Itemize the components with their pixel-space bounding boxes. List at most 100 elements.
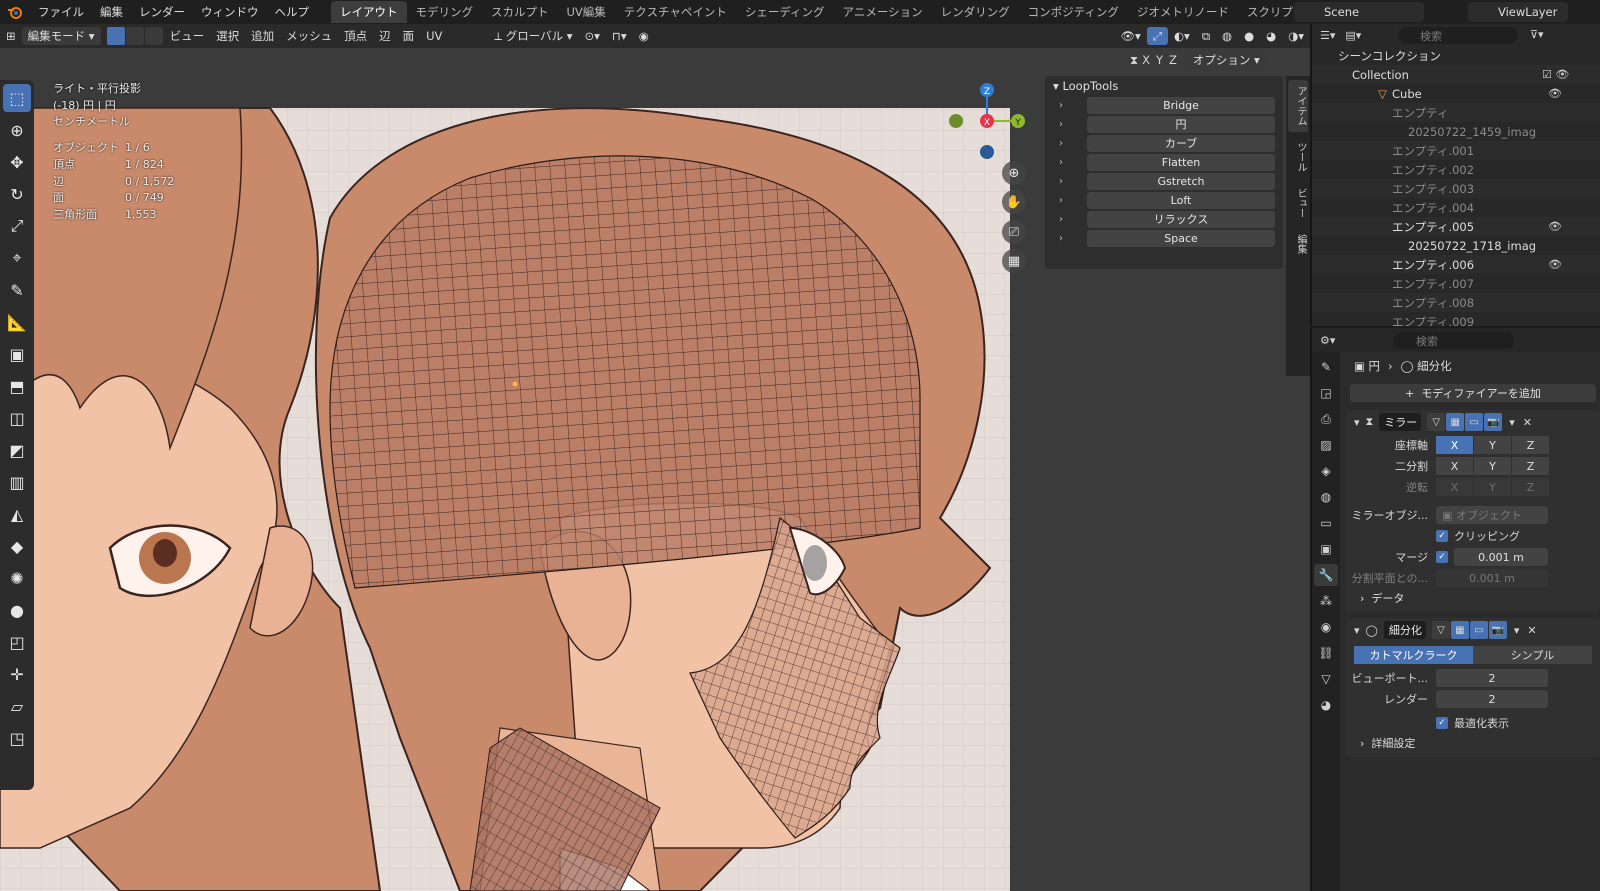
menu-face[interactable]: 面 xyxy=(397,27,421,45)
chevron-down-icon[interactable]: ▾ xyxy=(1514,624,1520,637)
tab-layout[interactable]: レイアウト xyxy=(331,1,407,23)
tab-sculpt[interactable]: スカルプト xyxy=(482,1,558,23)
outliner-row-image[interactable]: 20250722_1459_imag xyxy=(1312,122,1600,141)
measure-icon[interactable]: 📐 xyxy=(3,308,31,336)
menu-help[interactable]: ヘルプ xyxy=(267,0,318,24)
vertex-select-icon[interactable] xyxy=(106,27,125,45)
chevron-right-icon[interactable]: › xyxy=(1053,138,1069,149)
subdivision-modifier-header[interactable]: ▾ ◯ 細分化 ▽ ▦ ▭ 📷 ▾ ✕ xyxy=(1346,618,1600,642)
mirror-icon[interactable]: ⧗ xyxy=(1130,53,1138,68)
overlay-icon[interactable]: ◐▾ xyxy=(1168,27,1196,45)
outliner-row-empty-003[interactable]: エンプティ.003 xyxy=(1312,179,1600,198)
filter-icon[interactable]: ⊽▾ xyxy=(1530,28,1544,41)
outliner-editor-icon[interactable]: ☰▾ xyxy=(1320,29,1335,42)
subdivision-modifier-name[interactable]: 細分化 xyxy=(1383,621,1426,639)
on-cage-icon[interactable]: ▽ xyxy=(1427,413,1446,431)
on-cage-icon[interactable]: ▽ xyxy=(1431,621,1450,639)
looptools-curve-button[interactable]: カーブ xyxy=(1087,134,1275,152)
bevel-icon[interactable]: ◩ xyxy=(3,436,31,464)
edge-select-icon[interactable] xyxy=(125,27,144,45)
physics-tab-icon[interactable]: ◉ xyxy=(1314,616,1338,638)
looptools-relax-button[interactable]: リラックス xyxy=(1087,210,1275,228)
cursor-icon[interactable]: ⊕ xyxy=(3,116,31,144)
tab-texture-paint[interactable]: テクスチャペイント xyxy=(615,1,736,23)
zoom-icon[interactable]: ⊕ xyxy=(1002,161,1026,185)
outliner-row-empty-002[interactable]: エンプティ.002 xyxy=(1312,160,1600,179)
chevron-down-icon[interactable]: ▾ xyxy=(1354,624,1360,637)
menu-uv[interactable]: UV xyxy=(420,27,448,45)
add-cube-icon[interactable]: ▣ xyxy=(3,340,31,368)
menu-edge[interactable]: 辺 xyxy=(373,27,397,45)
render-icon[interactable]: 📷 xyxy=(1488,621,1507,639)
pivot-icon[interactable]: ⊙▾ xyxy=(579,27,606,45)
outliner-row-empty-008[interactable]: エンプティ.008 xyxy=(1312,293,1600,312)
chevron-down-icon[interactable]: ▾ xyxy=(1509,416,1515,429)
merge-distance-field[interactable]: 0.001 m xyxy=(1454,548,1548,566)
mirror-z-toggle[interactable]: Z xyxy=(1169,53,1177,67)
object-tab-icon[interactable]: ▣ xyxy=(1314,538,1338,560)
camera-view-icon[interactable]: ⎚ xyxy=(1002,220,1026,244)
editor-type-icon[interactable]: ⊞ xyxy=(0,27,22,45)
xray-icon[interactable]: ⧉ xyxy=(1196,27,1216,45)
eye-icon[interactable]: 👁 xyxy=(1548,258,1562,271)
eye-icon[interactable]: 👁 xyxy=(1548,220,1562,233)
face-select-icon[interactable] xyxy=(144,27,163,45)
collection-row[interactable]: Collection ☑ 👁 xyxy=(1312,65,1600,84)
extrude-icon[interactable]: ⬒ xyxy=(3,372,31,400)
outliner-search[interactable]: 検索 xyxy=(1398,27,1518,44)
menu-render[interactable]: レンダー xyxy=(131,0,193,24)
scale-icon[interactable]: ⤢ xyxy=(3,212,31,240)
axis-z-toggle[interactable]: Z xyxy=(1512,436,1549,454)
close-icon[interactable]: ✕ xyxy=(1523,416,1532,429)
outliner-row-empty-004[interactable]: エンプティ.004 xyxy=(1312,198,1600,217)
spin-icon[interactable]: ✺ xyxy=(3,564,31,592)
tab-item[interactable]: アイテム xyxy=(1288,80,1308,132)
outliner-row-empty-009[interactable]: エンプティ.009 xyxy=(1312,312,1600,327)
tab-rendering[interactable]: レンダリング xyxy=(932,1,1019,23)
display-mode-icon[interactable]: ▤▾ xyxy=(1345,29,1361,42)
tab-shading[interactable]: シェーディング xyxy=(736,1,834,23)
axis-y-toggle[interactable]: Y xyxy=(1474,436,1511,454)
outliner-row-image-2[interactable]: 20250722_1718_imag xyxy=(1312,236,1600,255)
close-icon[interactable]: ✕ xyxy=(1527,624,1536,637)
chevron-right-icon[interactable]: › xyxy=(1053,195,1069,206)
loop-cut-icon[interactable]: ▥ xyxy=(3,468,31,496)
navigation-gizmo[interactable]: Z Y X xyxy=(940,80,1030,170)
simple-button[interactable]: シンプル xyxy=(1473,646,1592,664)
data-tab-icon[interactable]: ▽ xyxy=(1314,668,1338,690)
pan-hand-icon[interactable]: ✋ xyxy=(1002,190,1026,214)
world-tab-icon[interactable]: ◍ xyxy=(1314,486,1338,508)
mirror-modifier-name[interactable]: ミラー xyxy=(1379,413,1422,431)
options-dropdown[interactable]: オプション ▾ xyxy=(1186,51,1266,69)
looptools-circle-button[interactable]: 円 xyxy=(1087,115,1275,133)
editmode-icon[interactable]: ▦ xyxy=(1446,413,1465,431)
properties-search[interactable]: 検索 xyxy=(1394,332,1514,349)
edge-slide-icon[interactable]: ◰ xyxy=(3,628,31,656)
looptools-flatten-button[interactable]: Flatten xyxy=(1087,153,1275,171)
proportional-edit-icon[interactable]: ◉ xyxy=(633,27,655,45)
scene-collection-row[interactable]: シーンコレクション xyxy=(1312,46,1600,65)
inset-icon[interactable]: ◫ xyxy=(3,404,31,432)
chevron-down-icon[interactable]: ▾ xyxy=(1354,416,1360,429)
chevron-right-icon[interactable]: › xyxy=(1053,119,1069,130)
add-modifier-button[interactable]: + モディファイアーを追加 xyxy=(1350,384,1596,402)
menu-view[interactable]: ビュー xyxy=(164,27,211,45)
tab-tool[interactable]: ツール xyxy=(1288,136,1308,178)
looptools-header[interactable]: ▾ LoopTools xyxy=(1045,76,1283,96)
clipping-checkbox[interactable]: ✓ xyxy=(1436,530,1448,542)
advanced-subpanel-header[interactable]: › 詳細設定 xyxy=(1346,733,1600,753)
shear-icon[interactable]: ▱ xyxy=(3,692,31,720)
tab-modeling[interactable]: モデリング xyxy=(407,1,483,23)
render-tab-icon[interactable]: ◲ xyxy=(1314,382,1338,404)
move-icon[interactable]: ✥ xyxy=(3,148,31,176)
menu-mesh[interactable]: メッシュ xyxy=(280,27,338,45)
scene-tab-icon[interactable]: ◈ xyxy=(1314,460,1338,482)
outliner-row-cube[interactable]: ▽ Cube 👁 xyxy=(1312,84,1600,103)
tab-compositing[interactable]: コンポジティング xyxy=(1019,1,1128,23)
transform-orientation-selector[interactable]: ⟂ グローバル ▾ xyxy=(488,27,578,45)
tab-animation[interactable]: アニメーション xyxy=(834,1,932,23)
optimal-display-checkbox[interactable]: ✓ xyxy=(1436,717,1448,729)
realtime-icon[interactable]: ▭ xyxy=(1469,621,1488,639)
particles-tab-icon[interactable]: ⁂ xyxy=(1314,590,1338,612)
rip-region-icon[interactable]: ◳ xyxy=(3,724,31,752)
